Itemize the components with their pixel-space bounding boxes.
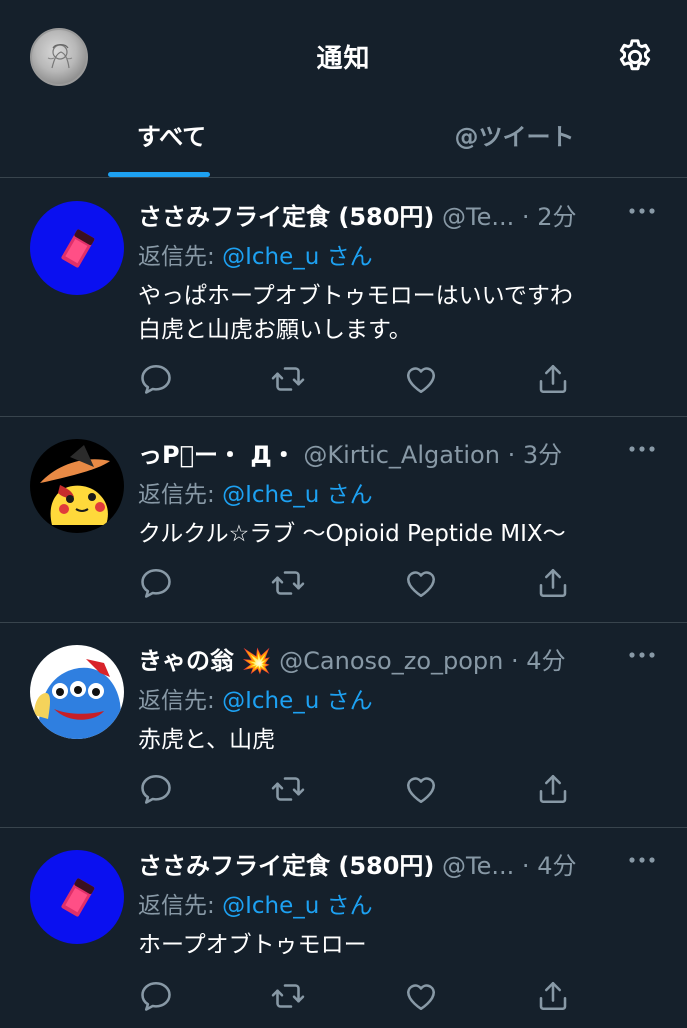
- tweet-time: 4分: [526, 647, 566, 675]
- share-icon[interactable]: [535, 361, 571, 397]
- share-icon[interactable]: [535, 771, 571, 807]
- share-icon[interactable]: [535, 978, 571, 1014]
- tab-all[interactable]: すべて: [0, 112, 343, 178]
- settings-gear-icon[interactable]: [614, 36, 656, 78]
- tweet-actions: [138, 361, 658, 401]
- separator-dot: ·: [511, 647, 519, 675]
- reply-to-line: 返信先: @Iche_u さん: [138, 475, 373, 509]
- separator-dot: ·: [521, 852, 530, 880]
- reply-to-line: 返信先: @Iche_u さん: [138, 237, 373, 271]
- pink-card-avatar-icon: [30, 201, 124, 295]
- tweet-item[interactable]: きゃの翁 💥 @Canoso_zo_popn · 4分 返信先: @Iche_u…: [0, 623, 687, 828]
- tweet-header: っP゚ー・ Д・ @Kirtic_Algation · 3分: [138, 435, 608, 469]
- tweet-item[interactable]: っP゚ー・ Д・ @Kirtic_Algation · 3分 返信先: @Ich…: [0, 417, 687, 623]
- reply-icon[interactable]: [138, 565, 174, 601]
- page-title: 通知: [316, 44, 371, 74]
- separator-dot: ·: [521, 203, 530, 231]
- tweet-text: ホープオブトゥモロー: [138, 932, 367, 958]
- pink-card-avatar-icon: [30, 850, 124, 944]
- tab-mentions[interactable]: @ツイート: [343, 112, 686, 178]
- pikachu-witch-hat-avatar-icon: [30, 439, 124, 533]
- tweet-text: 赤虎と、山虎: [138, 727, 276, 753]
- reply-to-user-link[interactable]: @Iche_u: [222, 482, 319, 508]
- tweet-header: きゃの翁 💥 @Canoso_zo_popn · 4分: [138, 641, 608, 675]
- reply-prefix: 返信先:: [138, 482, 223, 508]
- display-name[interactable]: ささみフライ定食 (580円): [138, 852, 434, 880]
- name-emoji: 💥: [241, 647, 272, 675]
- reply-suffix: さん: [319, 893, 373, 919]
- user-handle: @Kirtic_Algation: [303, 441, 500, 469]
- retweet-icon[interactable]: [270, 565, 306, 601]
- top-bar: 通知: [0, 0, 687, 112]
- user-handle: @Canoso_zo_popn: [279, 647, 504, 675]
- tweet-author-avatar[interactable]: [30, 201, 124, 295]
- reply-to-line: 返信先: @Iche_u さん: [138, 681, 373, 715]
- tweet-author-avatar[interactable]: [30, 645, 124, 739]
- more-options-icon[interactable]: [624, 643, 660, 667]
- more-options-icon[interactable]: [624, 199, 660, 223]
- reply-prefix: 返信先:: [138, 688, 223, 714]
- like-icon[interactable]: [403, 361, 439, 397]
- tweet-actions: [138, 771, 658, 811]
- display-name[interactable]: ささみフライ定食 (580円): [138, 203, 434, 231]
- notification-feed: ささみフライ定食 (580円) @Te... · 2分 返信先: @Iche_u…: [0, 179, 687, 1028]
- active-tab-indicator: [108, 172, 210, 177]
- notification-tabs: すべて @ツイート: [0, 112, 687, 178]
- reply-suffix: さん: [319, 244, 373, 270]
- user-handle: @Te...: [442, 203, 515, 231]
- tweet-text: やっぱホープオブトゥモローはいいですわ 白虎と山虎お願いします。: [138, 283, 573, 343]
- separator-dot: ·: [507, 441, 516, 469]
- retweet-icon[interactable]: [270, 771, 306, 807]
- tweet-time: 4分: [537, 852, 577, 880]
- reply-icon[interactable]: [138, 361, 174, 397]
- reply-to-user-link[interactable]: @Iche_u: [222, 893, 319, 919]
- reply-to-line: 返信先: @Iche_u さん: [138, 886, 373, 920]
- reply-suffix: さん: [319, 482, 373, 508]
- display-name[interactable]: っP゚ー・ Д・: [138, 441, 296, 469]
- reply-prefix: 返信先:: [138, 893, 223, 919]
- retweet-icon[interactable]: [270, 978, 306, 1014]
- tweet-author-avatar[interactable]: [30, 850, 124, 944]
- reply-prefix: 返信先:: [138, 244, 223, 270]
- reply-icon[interactable]: [138, 771, 174, 807]
- reply-suffix: さん: [319, 688, 373, 714]
- tweet-author-avatar[interactable]: [30, 439, 124, 533]
- blue-character-avatar-icon: [30, 645, 124, 739]
- tweet-item[interactable]: ささみフライ定食 (580円) @Te... · 4分 返信先: @Iche_u…: [0, 828, 687, 1028]
- tweet-text: クルクル☆ラブ 〜Opioid Peptide MIX〜: [138, 521, 566, 547]
- reply-to-user-link[interactable]: @Iche_u: [222, 688, 319, 714]
- tweet-time: 2分: [537, 203, 577, 231]
- tweet-header: ささみフライ定食 (580円) @Te... · 2分: [138, 197, 608, 231]
- more-options-icon[interactable]: [624, 437, 660, 461]
- tweet-item[interactable]: ささみフライ定食 (580円) @Te... · 2分 返信先: @Iche_u…: [0, 179, 687, 417]
- more-options-icon[interactable]: [624, 848, 660, 872]
- tweet-time: 3分: [522, 441, 563, 469]
- like-icon[interactable]: [403, 771, 439, 807]
- retweet-icon[interactable]: [270, 361, 306, 397]
- user-handle: @Te...: [442, 852, 515, 880]
- tweet-actions: [138, 565, 658, 605]
- reply-to-user-link[interactable]: @Iche_u: [222, 244, 319, 270]
- reply-icon[interactable]: [138, 978, 174, 1014]
- display-name[interactable]: きゃの翁: [138, 647, 234, 675]
- like-icon[interactable]: [403, 978, 439, 1014]
- like-icon[interactable]: [403, 565, 439, 601]
- tweet-header: ささみフライ定食 (580円) @Te... · 4分: [138, 846, 608, 880]
- share-icon[interactable]: [535, 565, 571, 601]
- tweet-actions: [138, 978, 658, 1018]
